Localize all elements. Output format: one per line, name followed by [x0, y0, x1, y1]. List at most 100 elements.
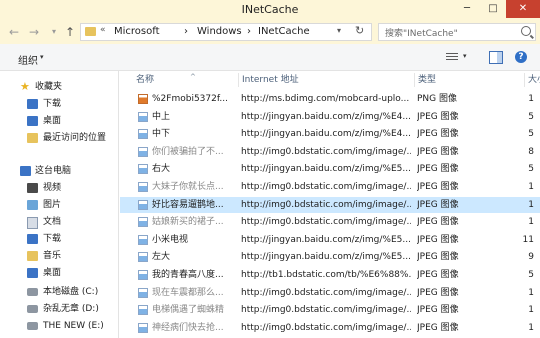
organize-menu[interactable]: 组织	[18, 52, 38, 67]
sidebar-item-desktop[interactable]: 桌面	[0, 113, 118, 129]
drive-icon	[27, 305, 38, 313]
sidebar-item-label: 收藏夹	[35, 82, 63, 92]
sidebar-item-pc-downloads[interactable]: 下载	[0, 231, 118, 247]
file-name: 我的青春高八度...	[152, 270, 224, 280]
preview-pane-icon[interactable]	[489, 51, 503, 64]
sidebar-item-label: 最近访问的位置	[43, 133, 107, 143]
file-row[interactable]: %2Fmobi5372f... http://ms.bdimg.com/mobca…	[120, 91, 540, 107]
file-type: JPEG 图像	[417, 111, 459, 122]
drive-icon	[27, 322, 38, 330]
desktop-icon	[27, 268, 38, 278]
file-row[interactable]: 右大 http://jingyan.baidu.com/z/img/%E5... J…	[120, 161, 540, 177]
column-header-address[interactable]: Internet 地址	[238, 73, 299, 87]
sidebar-item-drive-d[interactable]: 杂乱无章 (D:)	[0, 301, 118, 317]
file-type: JPEG 图像	[417, 199, 459, 210]
navigation-pane: ★ 收藏夹 下载 桌面 最近访问的位置 这台电脑 视频 图片 文档 下载 音乐 …	[0, 71, 119, 338]
file-row[interactable]: 你们被骗拍了不... http://img0.bdstatic.com/img/i…	[120, 144, 540, 160]
minimize-button[interactable]: ─	[454, 0, 480, 18]
music-folder-icon	[27, 251, 38, 261]
breadcrumb-separator[interactable]: ›	[247, 26, 251, 37]
file-type: JPEG 图像	[417, 270, 459, 280]
file-internet-address: http://img0.bdstatic.com/img/image/...	[241, 146, 411, 157]
close-button[interactable]: ✕	[506, 0, 540, 18]
jpeg-file-icon	[138, 287, 148, 298]
jpeg-file-icon	[138, 146, 148, 157]
download-folder-icon	[27, 99, 38, 109]
column-header-name[interactable]: 名称 ^	[136, 73, 196, 87]
details-view-icon[interactable]	[446, 53, 458, 61]
file-name: 电梯偶遇了蜘蛛精	[152, 305, 225, 316]
column-header-size[interactable]: 大小	[524, 73, 540, 87]
jpeg-file-icon	[138, 111, 148, 122]
file-name: 左大	[152, 252, 171, 263]
desktop-icon	[27, 116, 38, 126]
file-row[interactable]: 电梯偶遇了蜘蛛精 http://img0.bdstatic.com/img/ima…	[120, 302, 540, 318]
breadcrumb-separator[interactable]: ›	[184, 26, 188, 37]
file-size: 9	[528, 252, 534, 263]
file-type: PNG 图像	[417, 94, 457, 104]
column-header-type[interactable]: 类型	[414, 73, 436, 87]
file-name: 神经病们快去抢...	[152, 322, 224, 333]
sidebar-item-documents[interactable]: 文档	[0, 214, 118, 230]
file-row[interactable]: 现在车震都那么... http://img0.bdstatic.com/img/i…	[120, 285, 540, 301]
file-internet-address: http://jingyan.baidu.com/z/img/%E5...	[241, 164, 411, 175]
sidebar-item-label: 这台电脑	[35, 166, 72, 176]
video-folder-icon	[27, 183, 38, 193]
file-row[interactable]: 中上 http://jingyan.baidu.com/z/img/%E4... J…	[120, 109, 540, 125]
breadcrumb-inetcache[interactable]: INetCache	[258, 26, 310, 37]
file-row[interactable]: 神经病们快去抢... http://img0.bdstatic.com/img/i…	[120, 320, 540, 336]
file-row[interactable]: 小米电视 http://jingyan.baidu.com/z/img/%E5..…	[120, 232, 540, 248]
sidebar-item-pictures[interactable]: 图片	[0, 197, 118, 213]
recent-locations-dropdown[interactable]: ▾	[46, 24, 62, 40]
maximize-button[interactable]: □	[480, 0, 506, 18]
search-box[interactable]: 搜索"INetCache"	[378, 23, 536, 41]
file-row[interactable]: 好比容易遛鹊地... http://img0.bdstatic.com/img/i…	[120, 196, 540, 213]
jpeg-file-icon	[138, 252, 148, 263]
help-icon[interactable]: ?	[515, 51, 527, 63]
sidebar-item-recent[interactable]: 最近访问的位置	[0, 130, 118, 146]
forward-button[interactable]: →	[26, 24, 42, 40]
file-type: JPEG 图像	[417, 305, 459, 316]
jpeg-file-icon	[138, 164, 148, 175]
search-icon[interactable]	[521, 26, 531, 36]
sidebar-favorites[interactable]: ★ 收藏夹	[0, 79, 118, 95]
sidebar-item-videos[interactable]: 视频	[0, 180, 118, 196]
back-button[interactable]: ←	[6, 24, 22, 40]
sidebar-item-drive-c[interactable]: 本地磁盘 (C:)	[0, 284, 118, 300]
sidebar-item-label: 下载	[43, 234, 62, 244]
sidebar-item-pc-desktop[interactable]: 桌面	[0, 265, 118, 281]
sidebar-item-label: 杂乱无章 (D:)	[43, 304, 99, 314]
address-bar[interactable]: « Microsoft › Windows › INetCache ▾ ↻	[80, 23, 372, 41]
file-internet-address: http://img0.bdstatic.com/img/image/...	[241, 199, 411, 210]
download-folder-icon	[27, 234, 38, 244]
breadcrumb-overflow[interactable]: «	[100, 25, 106, 35]
sidebar-item-label: 本地磁盘 (C:)	[43, 287, 99, 297]
breadcrumb-microsoft[interactable]: Microsoft	[114, 26, 160, 37]
chevron-down-icon[interactable]: ▾	[40, 53, 44, 61]
file-name: %2Fmobi5372f...	[152, 94, 228, 104]
refresh-icon[interactable]: ↻	[355, 24, 364, 37]
file-type: JPEG 图像	[417, 129, 459, 140]
file-row[interactable]: 姑娘新买的裙子... http://img0.bdstatic.com/img/i…	[120, 214, 540, 230]
file-size: 1	[528, 182, 534, 192]
file-row[interactable]: 我的青春高八度... http://tb1.bdstatic.com/tb/%E6…	[120, 267, 540, 283]
file-row[interactable]: 大妹子你就长点... http://img0.bdstatic.com/img/i…	[120, 179, 540, 195]
recent-places-icon	[27, 133, 38, 143]
up-button[interactable]: ↑	[62, 24, 78, 40]
sidebar-item-music[interactable]: 音乐	[0, 248, 118, 264]
file-internet-address: http://tb1.bdstatic.com/tb/%E6%88%...	[241, 270, 411, 280]
file-row[interactable]: 左大 http://jingyan.baidu.com/z/img/%E5... J…	[120, 249, 540, 265]
sidebar-item-downloads[interactable]: 下载	[0, 96, 118, 112]
sidebar-item-label: 下载	[43, 99, 62, 109]
sidebar-this-pc[interactable]: 这台电脑	[0, 163, 118, 179]
chevron-down-icon[interactable]: ▾	[463, 52, 467, 60]
jpeg-file-icon	[138, 217, 148, 228]
file-type: JPEG 图像	[417, 287, 459, 298]
sidebar-item-drive-e[interactable]: THE NEW (E:)	[0, 318, 118, 334]
file-row[interactable]: 中下 http://jingyan.baidu.com/z/img/%E4... J…	[120, 126, 540, 142]
jpeg-file-icon	[138, 305, 148, 316]
sidebar-item-label: 音乐	[43, 251, 62, 261]
address-dropdown[interactable]: ▾	[337, 26, 341, 35]
breadcrumb-windows[interactable]: Windows	[197, 26, 242, 37]
sidebar-item-label: THE NEW (E:)	[43, 321, 104, 331]
